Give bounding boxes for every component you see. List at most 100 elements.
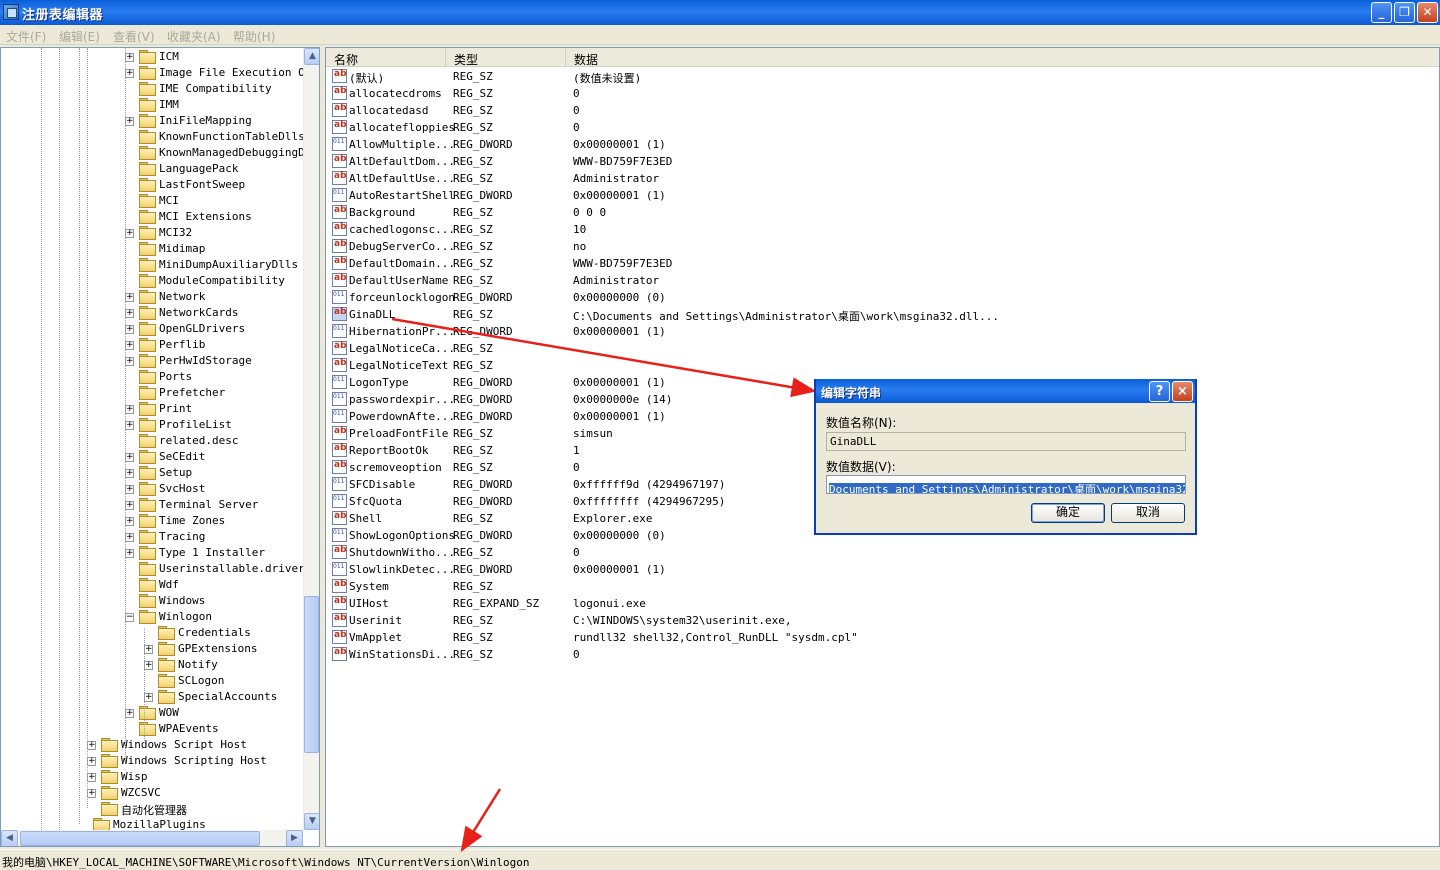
expand-icon[interactable]: + [125, 405, 134, 414]
menu-file[interactable]: 文件(F) [6, 28, 46, 45]
expand-icon[interactable]: + [125, 293, 134, 302]
list-row[interactable]: WinStationsDi...REG_SZ 0 [326, 646, 1436, 663]
expand-icon[interactable]: + [125, 341, 134, 350]
tree-node[interactable]: + SeCEdit [1, 449, 303, 465]
expand-icon[interactable]: + [125, 229, 134, 238]
tree-node[interactable]: + Time Zones [1, 513, 303, 529]
list-row[interactable]: LegalNoticeCa...REG_SZ [326, 340, 1436, 357]
tree-node[interactable]: IME Compatibility [1, 81, 303, 97]
tree-node[interactable]: + IniFileMapping [1, 113, 303, 129]
tree-node[interactable]: + Wisp [1, 769, 303, 785]
expand-icon[interactable]: + [125, 549, 134, 558]
close-icon[interactable]: ✕ [1417, 2, 1438, 23]
registry-key-tree[interactable]: + ICM + Image File Execution Opt IME Compati… [0, 47, 320, 847]
tree-node[interactable]: + MCI32 [1, 225, 303, 241]
list-row[interactable]: DefaultUserName REG_SZ Administrator [326, 272, 1436, 289]
expand-icon[interactable]: + [87, 773, 96, 782]
list-row[interactable]: SlowlinkDetec...REG_DWORD 0x00000001 (1) [326, 561, 1436, 578]
tree-node[interactable]: + Perflib [1, 337, 303, 353]
list-row[interactable]: LegalNoticeText REG_SZ [326, 357, 1436, 374]
cancel-button[interactable]: 取消 [1111, 503, 1185, 523]
tree-node[interactable]: Midimap [1, 241, 303, 257]
tree-node[interactable]: IMM [1, 97, 303, 113]
column-header-name[interactable]: 名称 [326, 48, 446, 67]
tree-node[interactable]: + Network [1, 289, 303, 305]
list-row[interactable]: HibernationPr...REG_DWORD 0x00000001 (1) [326, 323, 1436, 340]
tree-node[interactable]: + Print [1, 401, 303, 417]
tree-node[interactable]: Windows [1, 593, 303, 609]
list-row[interactable]: AutoRestartShellREG_DWORD 0x00000001 (1) [326, 187, 1436, 204]
tree-node[interactable]: + Terminal Server [1, 497, 303, 513]
minimize-icon[interactable]: _ [1371, 2, 1392, 23]
expand-icon[interactable]: + [87, 789, 96, 798]
expand-icon[interactable]: + [144, 645, 153, 654]
tree-node[interactable]: + WOW [1, 705, 303, 721]
list-row[interactable]: ShutdownWitho...REG_SZ 0 [326, 544, 1436, 561]
tree-node[interactable]: + Type 1 Installer [1, 545, 303, 561]
scroll-right-icon[interactable]: ▶ [286, 830, 303, 846]
help-icon[interactable]: ? [1149, 381, 1170, 402]
value-data-input[interactable]: Documents and Settings\Administrator\桌面\… [826, 475, 1186, 494]
expand-icon[interactable]: + [125, 69, 134, 78]
tree-node[interactable]: + Setup [1, 465, 303, 481]
tree-node[interactable]: related.desc [1, 433, 303, 449]
scroll-up-icon[interactable]: ▲ [304, 48, 319, 65]
tree-node[interactable]: + SpecialAccounts [1, 689, 303, 705]
tree-node[interactable]: Prefetcher [1, 385, 303, 401]
tree-node[interactable]: SCLogon [1, 673, 303, 689]
tree-node[interactable]: + Notify [1, 657, 303, 673]
menu-favorites[interactable]: 收藏夹(A) [167, 28, 221, 45]
expand-icon[interactable]: + [125, 309, 134, 318]
column-header-data[interactable]: 数据 [566, 48, 1439, 67]
tree-node[interactable]: + PerHwIdStorage [1, 353, 303, 369]
tree-node[interactable]: + OpenGLDrivers [1, 321, 303, 337]
expand-icon[interactable]: + [125, 709, 134, 718]
tree-node[interactable]: Credentials [1, 625, 303, 641]
expand-icon[interactable]: + [125, 117, 134, 126]
tree-horizontal-scroll-thumb[interactable] [20, 831, 260, 846]
list-row[interactable]: allocatefloppiesREG_SZ 0 [326, 119, 1436, 136]
tree-node[interactable]: + Windows Script Host [1, 737, 303, 753]
list-row[interactable]: VmApplet REG_SZ rundll32 shell32,Control_R… [326, 629, 1436, 646]
list-row[interactable]: DebugServerCo...REG_SZ no [326, 238, 1436, 255]
menu-help[interactable]: 帮助(H) [233, 28, 275, 45]
tree-node[interactable]: LastFontSweep [1, 177, 303, 193]
tree-node[interactable]: 自动化管理器 [1, 801, 303, 817]
tree-node[interactable]: MCI [1, 193, 303, 209]
tree-node[interactable]: + Windows Scripting Host [1, 753, 303, 769]
list-row[interactable]: Userinit REG_SZ C:\WINDOWS\system32\userin… [326, 612, 1436, 629]
tree-vertical-scroll-thumb[interactable] [304, 596, 319, 753]
tree-node[interactable]: ModuleCompatibility [1, 273, 303, 289]
tree-node[interactable]: LanguagePack [1, 161, 303, 177]
tree-node[interactable]: MCI Extensions [1, 209, 303, 225]
list-row[interactable]: System REG_SZ [326, 578, 1436, 595]
list-row[interactable]: forceunlocklogonREG_DWORD 0x00000000 (0) [326, 289, 1436, 306]
ok-button[interactable]: 确定 [1031, 503, 1105, 523]
expand-icon[interactable]: + [125, 53, 134, 62]
expand-icon[interactable]: + [125, 453, 134, 462]
expand-icon[interactable]: + [144, 693, 153, 702]
expand-icon[interactable]: + [125, 357, 134, 366]
expand-icon[interactable]: + [125, 485, 134, 494]
list-row[interactable]: AllowMultiple...REG_DWORD 0x00000001 (1) [326, 136, 1436, 153]
list-row[interactable]: DefaultDomain...REG_SZ WWW-BD759F7E3ED [326, 255, 1436, 272]
expand-icon[interactable]: + [125, 501, 134, 510]
list-row[interactable]: cachedlogonsc...REG_SZ 10 [326, 221, 1436, 238]
expand-icon[interactable]: + [144, 661, 153, 670]
menu-view[interactable]: 查看(V) [113, 28, 155, 45]
tree-node[interactable]: + GPExtensions [1, 641, 303, 657]
expand-icon[interactable]: + [87, 757, 96, 766]
title-bar[interactable]: 注册表编辑器 _ ❐ ✕ [0, 0, 1440, 25]
tree-node[interactable]: KnownFunctionTableDlls [1, 129, 305, 145]
list-row[interactable]: GinaDLL REG_SZ C:\Documents and Settings\A… [326, 306, 1436, 323]
expand-icon[interactable]: + [125, 421, 134, 430]
tree-node[interactable]: KnownManagedDebuggingDll [1, 145, 318, 161]
scroll-left-icon[interactable]: ◀ [1, 830, 18, 846]
expand-icon[interactable]: + [125, 517, 134, 526]
expand-icon[interactable]: + [125, 325, 134, 334]
restore-icon[interactable]: ❐ [1394, 2, 1415, 23]
tree-node[interactable]: − Winlogon [1, 609, 303, 625]
menu-edit[interactable]: 编辑(E) [59, 28, 100, 45]
tree-node[interactable]: + Image File Execution Opt [1, 65, 318, 81]
list-row[interactable]: AltDefaultUse...REG_SZ Administrator [326, 170, 1436, 187]
